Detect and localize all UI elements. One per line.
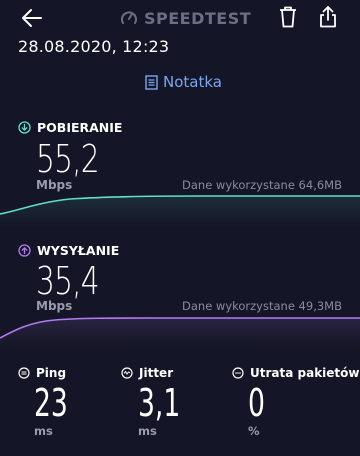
delete-button[interactable] (277, 5, 299, 29)
ping-unit: ms (34, 424, 53, 438)
packet-loss-icon (232, 367, 244, 379)
share-button[interactable] (317, 5, 339, 29)
packet-loss-unit: % (248, 424, 260, 438)
jitter-label: Jitter (121, 366, 173, 380)
brand-name: SPEEDTEST (144, 8, 252, 28)
ping-icon (18, 367, 30, 379)
note-button[interactable]: Notatka (145, 73, 222, 91)
download-label: POBIERANIE (18, 120, 122, 135)
packet-loss-value: 0 (248, 381, 265, 425)
packet-loss-label: Utrata pakietów (232, 366, 360, 380)
upload-icon (18, 244, 31, 257)
download-graph (0, 195, 360, 228)
download-icon (18, 121, 31, 134)
ping-label: Ping (18, 366, 66, 380)
back-arrow-icon (22, 9, 42, 27)
upload-value: 35,4 (36, 259, 100, 303)
trash-icon (280, 6, 296, 28)
back-button[interactable] (20, 6, 44, 30)
upload-label: WYSYŁANIE (18, 243, 119, 258)
download-label-text: POBIERANIE (37, 120, 123, 135)
note-icon (145, 74, 158, 90)
download-value: 55,2 (36, 137, 100, 181)
test-datetime: 28.08.2020, 12:23 (18, 37, 170, 56)
jitter-icon (121, 367, 133, 379)
packet-loss-label-text: Utrata pakietów (250, 366, 360, 380)
share-icon (320, 6, 336, 28)
brand: SPEEDTEST (120, 8, 251, 28)
speedtest-logo-icon (121, 11, 137, 24)
upload-graph (0, 317, 360, 348)
jitter-label-text: Jitter (139, 366, 174, 380)
ping-value: 23 (34, 381, 68, 425)
jitter-value: 3,1 (138, 381, 181, 425)
ping-label-text: Ping (36, 366, 67, 380)
note-label: Notatka (163, 73, 222, 91)
jitter-unit: ms (138, 424, 157, 438)
upload-label-text: WYSYŁANIE (37, 243, 120, 258)
